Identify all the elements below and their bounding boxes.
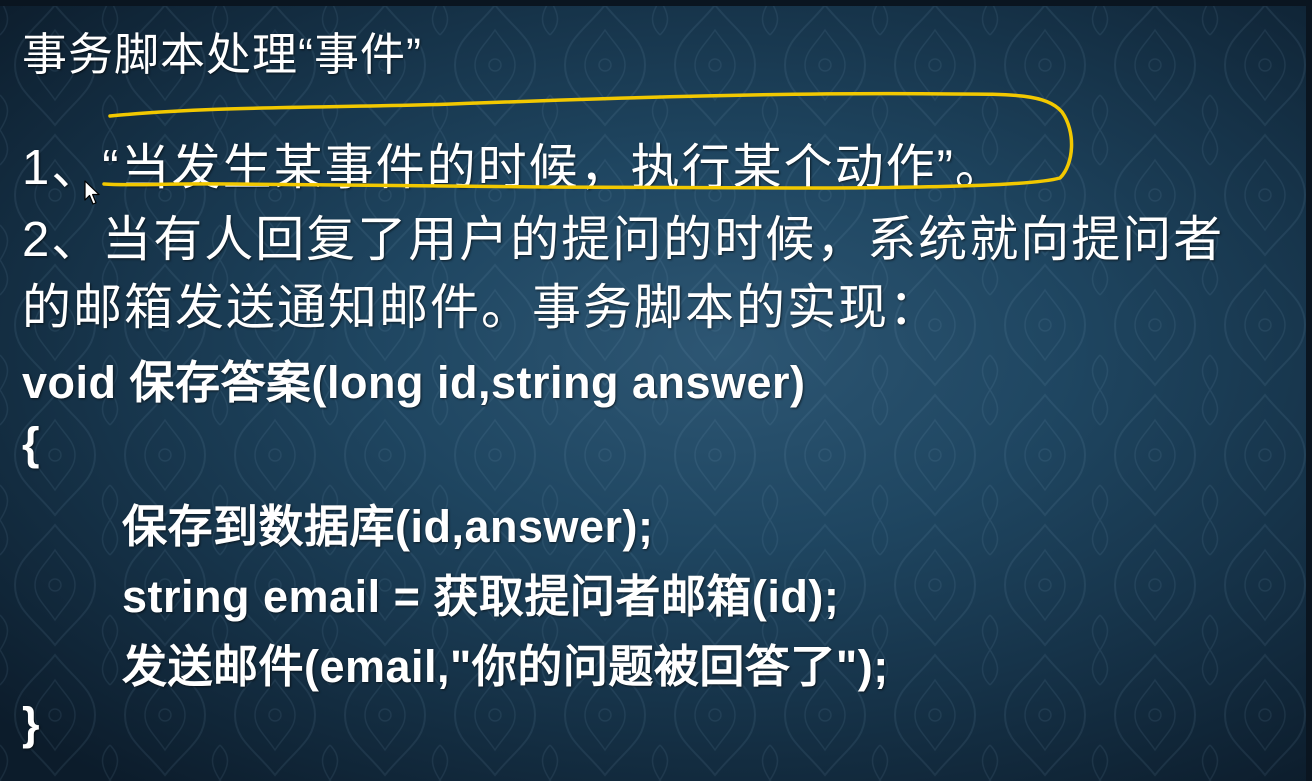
code-save-to-db: 保存到数据库(id,answer); (122, 501, 654, 552)
mouse-cursor-icon (84, 180, 100, 205)
slide-title: 事务脚本处理“事件” (22, 29, 422, 80)
top-border (0, 0, 1312, 6)
point-2-continued: 的邮箱发送通知邮件。事务脚本的实现： (22, 281, 941, 335)
code-send-mail: 发送邮件(email,"你的问题被回答了"); (122, 641, 889, 692)
code-close-brace: } (22, 698, 41, 749)
code-signature: void 保存答案(long id,string answer) (22, 357, 806, 408)
code-get-email: string email = 获取提问者邮箱(id); (122, 571, 840, 622)
slide: 事务脚本处理“事件” 1、“当发生某事件的时候，执行某个动作”。 2、当有人回复… (0, 0, 1312, 781)
point-1: 1、“当发生某事件的时候，执行某个动作”。 (22, 141, 1006, 195)
right-border (1306, 0, 1312, 781)
point-2: 2、当有人回复了用户的提问的时候，系统就向提问者 (22, 213, 1225, 267)
code-open-brace: { (22, 418, 41, 469)
